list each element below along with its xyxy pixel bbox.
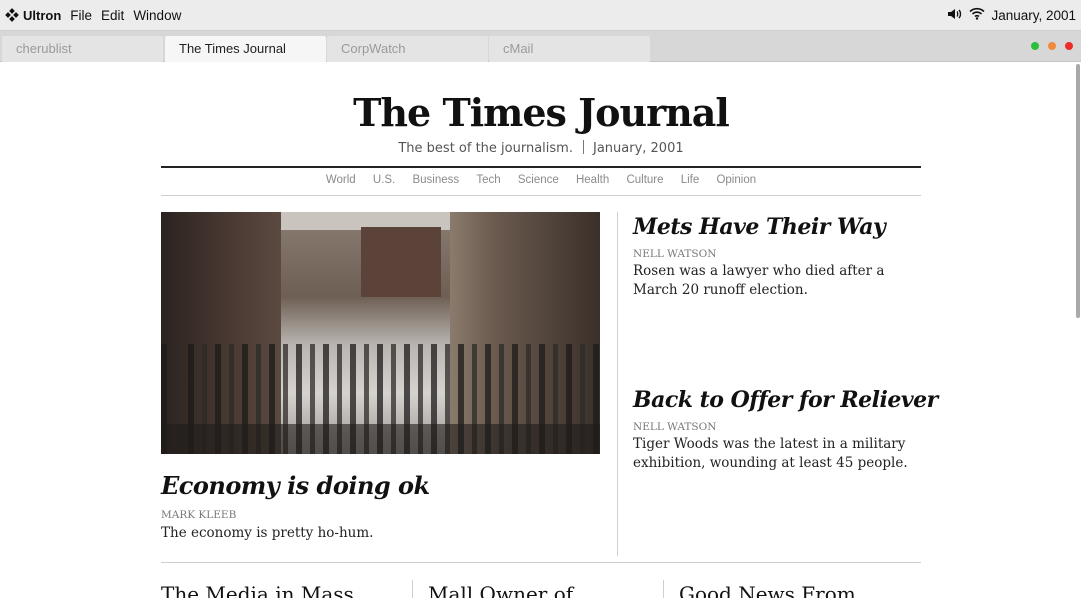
main-story-byline: MARK KLEEB xyxy=(161,509,237,521)
minimize-button[interactable] xyxy=(1048,42,1056,50)
masthead[interactable]: The Times Journal xyxy=(161,90,921,135)
tab-bar: cherublist The Times Journal CorpWatch c… xyxy=(0,31,1081,62)
close-button[interactable] xyxy=(1065,42,1073,50)
tagline-date: January, 2001 xyxy=(592,141,684,156)
tagline: The best of the journalism. January, 2001 xyxy=(161,140,921,156)
bottom-divider xyxy=(663,580,664,598)
menu-window[interactable]: Window xyxy=(133,8,181,23)
tab-the-times-journal[interactable]: The Times Journal xyxy=(165,36,326,62)
menu-edit[interactable]: Edit xyxy=(101,8,124,23)
menu-file[interactable]: File xyxy=(70,8,92,23)
tagline-divider xyxy=(582,140,584,154)
bottom-rule xyxy=(161,562,921,563)
side-story-1-summary: Rosen was a lawyer who died after a Marc… xyxy=(633,263,885,298)
masthead-rule xyxy=(161,166,921,168)
column-divider xyxy=(617,212,618,556)
nav-opinion[interactable]: Opinion xyxy=(716,174,756,186)
nav-rule xyxy=(161,195,921,196)
nav-science[interactable]: Science xyxy=(518,174,559,186)
side-story-1-byline: NELL WATSON xyxy=(633,248,717,260)
tab-cmail[interactable]: cMail xyxy=(489,36,650,62)
nav-business[interactable]: Business xyxy=(412,174,459,186)
tab-corpwatch[interactable]: CorpWatch xyxy=(327,36,488,62)
nav-tech[interactable]: Tech xyxy=(476,174,500,186)
side-story-2-headline[interactable]: Back to Offer for Reliever xyxy=(633,387,938,413)
maximize-button[interactable] xyxy=(1031,42,1039,50)
side-story-1-headline[interactable]: Mets Have Their Way xyxy=(633,214,886,240)
bottom-story-3-headline[interactable]: Good News From xyxy=(679,582,856,598)
bottom-divider xyxy=(412,580,413,598)
scrollbar[interactable] xyxy=(1076,64,1080,318)
nav-health[interactable]: Health xyxy=(576,174,609,186)
web-page: The Times Journal The best of the journa… xyxy=(0,62,1081,598)
main-story-image[interactable] xyxy=(161,212,600,454)
wifi-icon[interactable] xyxy=(969,7,985,23)
main-story-headline[interactable]: Economy is doing ok xyxy=(161,471,430,500)
app-name[interactable]: Ultron xyxy=(23,8,61,23)
window-controls xyxy=(1031,42,1073,50)
nav-life[interactable]: Life xyxy=(681,174,700,186)
tab-cherublist[interactable]: cherublist xyxy=(2,36,163,62)
nav-culture[interactable]: Culture xyxy=(626,174,663,186)
nav-world[interactable]: World xyxy=(326,174,356,186)
menu-bar: Ultron File Edit Window January, 2001 xyxy=(0,0,1081,31)
bottom-story-2-headline[interactable]: Mall Owner of xyxy=(428,582,573,598)
tagline-text: The best of the journalism. xyxy=(398,141,573,156)
bottom-story-1-headline[interactable]: The Media in Mass xyxy=(161,582,354,598)
volume-icon[interactable] xyxy=(947,7,963,24)
ultron-logo-icon xyxy=(5,7,19,22)
clock-date: January, 2001 xyxy=(991,7,1076,23)
nav-us[interactable]: U.S. xyxy=(373,174,395,186)
section-nav: World U.S. Business Tech Science Health … xyxy=(161,174,921,186)
side-story-2-byline: NELL WATSON xyxy=(633,421,717,433)
side-story-2-summary: Tiger Woods was the latest in a military… xyxy=(633,436,908,471)
main-story-summary: The economy is pretty ho-hum. xyxy=(161,525,374,541)
